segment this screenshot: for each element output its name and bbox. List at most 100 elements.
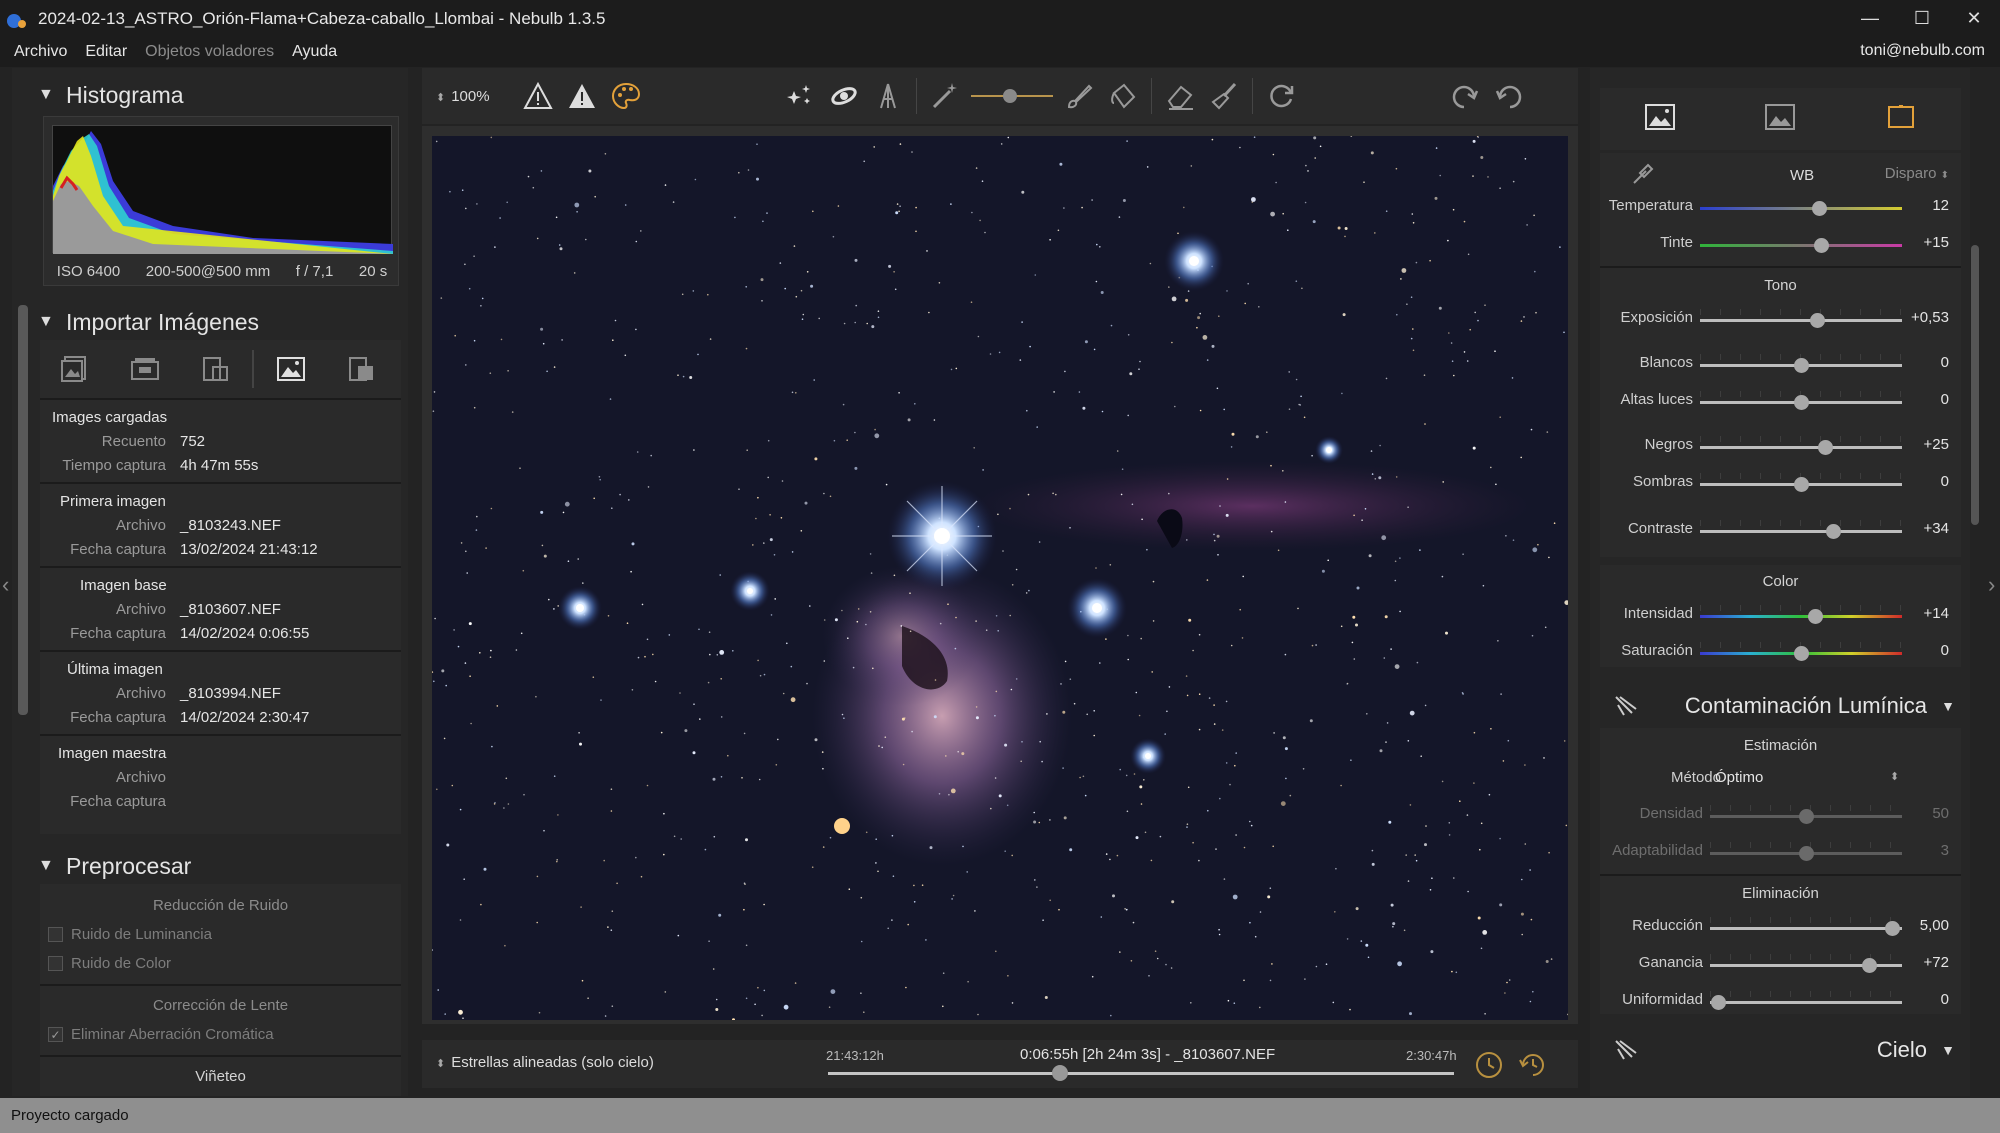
density-label: Densidad [1639,805,1703,822]
whites-slider[interactable]: Blancos 0 [1600,346,1961,383]
maximize-button[interactable]: ☐ [1896,0,1948,37]
density-slider[interactable]: Densidad 50 [1600,797,1961,834]
close-button[interactable]: ✕ [1948,0,2000,37]
reduction-slider[interactable]: Reducción 5,00 [1600,909,1961,946]
warning-outline-icon[interactable] [516,68,560,124]
highlights-slider[interactable]: Altas luces 0 [1600,383,1961,420]
collapse-triangle-icon: ▼ [38,313,54,330]
uniformity-slider[interactable]: Uniformidad 0 [1600,983,1961,1020]
user-account[interactable]: toni@nebulb.com [1860,42,1985,60]
undo-icon[interactable] [1487,68,1531,124]
exif-lens: 200-500@500 mm [145,263,271,280]
sky-title: Cielo [1876,1037,1927,1062]
chromatic-checkbox[interactable]: ✓ [48,1027,63,1042]
import-panel: Images cargadas Recuento 752 Tiempo captu… [40,340,401,834]
saturation-label: Saturación [1621,642,1693,659]
landscape-mask-icon[interactable] [866,68,910,124]
zoom-selector[interactable]: ⬍ 100% [436,88,516,105]
menu-archivo[interactable]: Archivo [14,43,67,61]
method-label: Método [1670,769,1721,786]
time-start-icon[interactable] [1472,1048,1506,1082]
temperature-label: Temperatura [1608,197,1693,214]
adaptability-slider[interactable]: Adaptabilidad 3 [1600,834,1961,871]
import-folder-icon[interactable] [110,339,180,399]
brush-icon[interactable] [1057,68,1101,124]
method-row[interactable]: Método Óptimo ⬍ [1600,761,1961,797]
basic-adjustments: WB Disparo ⬍ Temperatura 12 Tinte +15 Tono… [1600,153,1961,557]
histogram-header[interactable]: ▼ Histograma [28,75,403,115]
capture-time-value: 4h 47m 55s [180,457,259,474]
left-scrollbar[interactable] [18,305,28,715]
magic-wand-icon[interactable] [923,68,967,124]
import-header[interactable]: ▼ Importar Imágenes [28,302,403,342]
redo-icon[interactable] [1443,68,1487,124]
master-image-icon[interactable] [256,339,326,399]
vignette-title[interactable]: Viñeteo [40,1063,401,1091]
menu-ayuda[interactable]: Ayuda [292,43,337,61]
timeline-bar: ⬍ Estrellas alineadas (solo cielo) 21:43:… [422,1040,1578,1088]
tolerance-slider[interactable] [967,68,1057,124]
blacks-slider[interactable]: Negros +25 [1600,428,1961,465]
astro-image[interactable] [432,136,1568,1020]
date-label: Fecha captura [70,793,166,810]
tab-crop-icon[interactable] [1884,100,1918,134]
eyedropper-icon[interactable] [1630,159,1658,191]
timeline-handle[interactable] [1051,1065,1068,1081]
shadows-value: 0 [1940,473,1949,490]
refresh-icon[interactable] [1259,68,1303,124]
tab-image-icon[interactable] [1643,100,1677,134]
import-clipboard-icon[interactable] [180,339,250,399]
collapse-triangle-icon: ▼ [1941,1042,1955,1058]
tab-landscape-icon[interactable] [1763,100,1797,134]
method-value[interactable]: Óptimo [1715,769,1763,786]
wb-preset-select[interactable]: Disparo ⬍ [1885,165,1949,182]
color-noise-option[interactable]: Ruido de Color [40,949,401,978]
palette-icon[interactable] [604,68,648,124]
eraser-icon[interactable] [1158,68,1202,124]
luminance-noise-option[interactable]: Ruido de Luminancia [40,920,401,949]
menu-objetos-voladores[interactable]: Objetos voladores [145,43,274,61]
gain-slider[interactable]: Ganancia +72 [1600,946,1961,983]
shadows-slider[interactable]: Sombras 0 [1600,465,1961,502]
file-label: Archivo [115,601,166,618]
image-viewport[interactable] [422,126,1578,1024]
luminance-checkbox[interactable] [48,927,63,942]
collapse-right-icon[interactable]: › [1988,572,1995,598]
sky-header[interactable]: Cielo ▼ [1600,1030,1961,1070]
galaxy-icon[interactable] [822,68,866,124]
last-image-group[interactable]: Última imagen Archivo _8103994.NEF Fecha … [40,652,401,736]
import-dark-icon[interactable] [326,339,396,399]
light-pollution-header[interactable]: Contaminación Lumínica ▼ [1600,686,1961,726]
broom-icon[interactable] [1202,68,1246,124]
blacks-label: Negros [1644,436,1693,453]
tint-slider[interactable]: Tinte +15 [1600,226,1961,263]
app-logo-icon [6,8,28,30]
intensity-slider[interactable]: Intensidad +14 [1600,597,1961,634]
temperature-slider[interactable]: Temperatura 12 [1600,189,1961,226]
saturation-slider[interactable]: Saturación 0 [1600,634,1961,671]
chromatic-aberration-option[interactable]: ✓ Eliminar Aberración Cromática [40,1020,401,1049]
stack-mode-selector[interactable]: ⬍ Estrellas alineadas (solo cielo) [436,1054,654,1071]
preprocess-header[interactable]: ▼ Preprocesar [28,846,403,886]
collapse-left-icon[interactable]: ‹ [2,572,9,598]
last-file-value: _8103994.NEF [180,685,281,702]
warning-filled-icon[interactable] [560,68,604,124]
exposure-slider[interactable]: Exposición +0,53 [1600,301,1961,338]
base-image-group[interactable]: Imagen base Archivo _8103607.NEF Fecha ca… [40,568,401,652]
color-noise-checkbox[interactable] [48,956,63,971]
master-image-group[interactable]: Imagen maestra Archivo Fecha captura [40,736,401,818]
method-dropdown-icon[interactable]: ⬍ [1890,770,1899,783]
intensity-value: +14 [1923,605,1949,622]
stars-icon[interactable] [778,68,822,124]
timeline-track[interactable] [828,1072,1454,1075]
saturation-value: 0 [1940,642,1949,659]
contrast-slider[interactable]: Contraste +34 [1600,512,1961,549]
right-scrollbar[interactable] [1971,245,1979,525]
minimize-button[interactable]: — [1844,0,1896,37]
histogram-graph [52,125,393,254]
time-history-icon[interactable] [1516,1048,1550,1082]
first-image-group[interactable]: Primera imagen Archivo _8103243.NEF Fecha… [40,484,401,568]
menu-editar[interactable]: Editar [85,43,127,61]
import-images-icon[interactable] [40,339,110,399]
bucket-icon[interactable] [1101,68,1145,124]
